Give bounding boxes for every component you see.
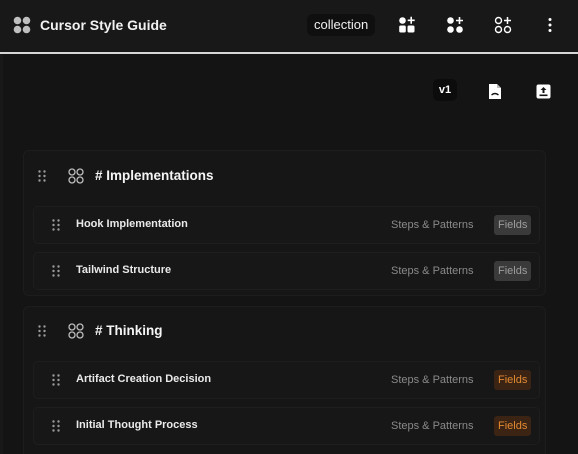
section-implementations: # Implementations Hook Implementation St…: [23, 150, 546, 296]
add-group-button[interactable]: [443, 13, 467, 37]
item-label: Tailwind Structure: [76, 264, 172, 276]
list-item[interactable]: Artifact Creation Decision Steps & Patte…: [33, 361, 540, 399]
add-grid-button[interactable]: [491, 13, 515, 37]
section-header: # Implementations: [24, 151, 545, 195]
item-label: Initial Thought Process: [76, 419, 198, 431]
fields-badge[interactable]: Fields: [494, 261, 532, 281]
drag-handle-icon: [52, 219, 60, 231]
section-title: # Implementations: [95, 168, 214, 183]
document-button[interactable]: [483, 80, 507, 102]
more-menu-button[interactable]: [538, 13, 562, 37]
header-bar: Cursor Style Guide collection: [0, 0, 578, 50]
drag-handle[interactable]: [46, 215, 66, 235]
add-item-button[interactable]: [395, 13, 419, 37]
drag-handle-icon: [38, 170, 46, 182]
upload-button[interactable]: [531, 80, 555, 102]
group-icon: [68, 323, 84, 339]
list-item[interactable]: Initial Thought Process Steps & Patterns…: [33, 407, 540, 445]
collection-badge[interactable]: collection: [307, 14, 376, 36]
drag-handle-icon: [52, 265, 60, 277]
version-chip[interactable]: v1: [433, 79, 457, 101]
list-item[interactable]: Hook Implementation Steps & Patterns Fie…: [33, 206, 540, 244]
drag-handle-icon: [52, 420, 60, 432]
item-meta: Steps & Patterns: [391, 374, 474, 386]
drag-handle-icon: [52, 374, 60, 386]
drag-handle[interactable]: [32, 166, 52, 186]
section-header: # Thinking: [24, 307, 545, 351]
more-vertical-icon: [548, 18, 552, 32]
item-meta: Steps & Patterns: [391, 219, 474, 231]
add-item-icon: [399, 16, 415, 33]
drag-handle[interactable]: [32, 321, 52, 341]
drag-handle[interactable]: [46, 370, 66, 390]
fields-badge[interactable]: Fields: [494, 416, 532, 436]
section-thinking: # Thinking Artifact Creation Decision St…: [23, 306, 546, 454]
list-item[interactable]: Tailwind Structure Steps & Patterns Fiel…: [33, 252, 540, 290]
fields-badge[interactable]: Fields: [494, 370, 532, 390]
app-window: Cursor Style Guide collection v1 # Imple…: [0, 0, 578, 454]
app-title: Cursor Style Guide: [40, 17, 167, 33]
drag-handle[interactable]: [46, 261, 66, 281]
document-icon: [489, 83, 501, 99]
item-meta: Steps & Patterns: [391, 265, 474, 277]
add-grid-icon: [494, 16, 512, 34]
item-meta: Steps & Patterns: [391, 420, 474, 432]
logo-icon: [13, 16, 31, 34]
section-title: # Thinking: [95, 323, 163, 338]
upload-icon: [536, 84, 550, 98]
item-label: Hook Implementation: [76, 218, 188, 230]
item-label: Artifact Creation Decision: [76, 373, 212, 385]
add-group-icon: [447, 17, 463, 33]
group-icon: [68, 168, 84, 184]
drag-handle[interactable]: [46, 416, 66, 436]
fields-badge[interactable]: Fields: [494, 215, 532, 235]
drag-handle-icon: [38, 325, 46, 337]
